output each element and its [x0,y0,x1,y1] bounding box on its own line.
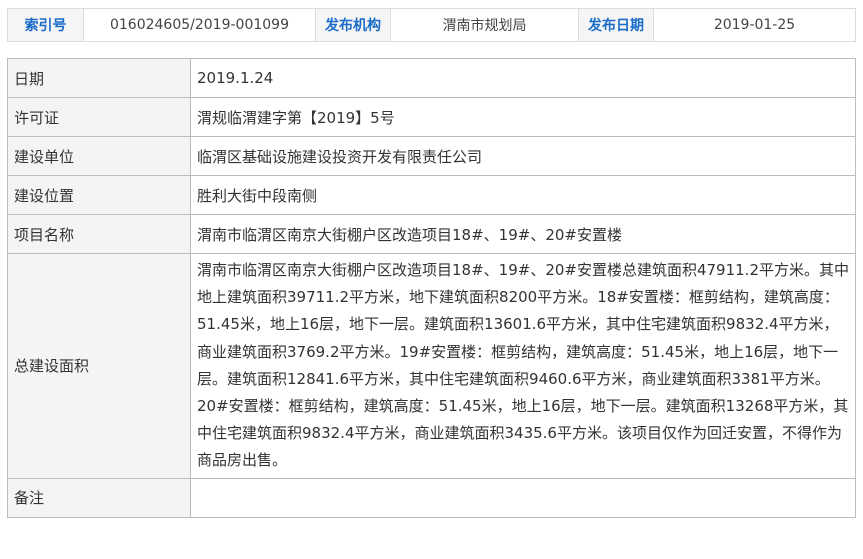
table-row: 许可证 渭规临渭建字第【2019】5号 [7,97,856,137]
row-value-permit: 渭规临渭建字第【2019】5号 [190,97,856,137]
row-value-location: 胜利大街中段南侧 [190,175,856,215]
table-row: 建设单位 临渭区基础设施建设投资开发有限责任公司 [7,136,856,176]
row-label-remarks: 备注 [7,477,191,518]
index-number-value: 016024605/2019-001099 [84,9,316,41]
row-value-date: 2019.1.24 [190,58,856,98]
permit-detail-table: 日期 2019.1.24 许可证 渭规临渭建字第【2019】5号 建设单位 临渭… [7,58,856,518]
table-row: 建设位置 胜利大街中段南侧 [7,175,856,215]
index-number-label: 索引号 [8,9,84,41]
row-label-permit: 许可证 [7,97,191,137]
table-row: 备注 [7,477,856,518]
table-row: 日期 2019.1.24 [7,58,856,98]
row-label-total-area: 总建设面积 [7,253,191,479]
row-value-project-name: 渭南市临渭区南京大街棚户区改造项目18#、19#、20#安置楼 [190,214,856,254]
document-meta-bar: 索引号 016024605/2019-001099 发布机构 渭南市规划局 发布… [7,8,856,42]
publish-date-value: 2019-01-25 [713,17,796,33]
publish-date-label: 发布日期 [579,9,654,41]
row-value-builder: 临渭区基础设施建设投资开发有限责任公司 [190,136,856,176]
publisher-label: 发布机构 [316,9,391,41]
row-label-location: 建设位置 [7,175,191,215]
publisher-value: 渭南市规划局 [391,9,579,41]
row-value-total-area: 渭南市临渭区南京大街棚户区改造项目18#、19#、20#安置楼总建筑面积4791… [190,253,856,479]
table-row: 项目名称 渭南市临渭区南京大街棚户区改造项目18#、19#、20#安置楼 [7,214,856,254]
table-row: 总建设面积 渭南市临渭区南京大街棚户区改造项目18#、19#、20#安置楼总建筑… [7,253,856,479]
row-label-builder: 建设单位 [7,136,191,176]
row-label-date: 日期 [7,58,191,98]
row-value-remarks [190,477,856,518]
row-label-project-name: 项目名称 [7,214,191,254]
